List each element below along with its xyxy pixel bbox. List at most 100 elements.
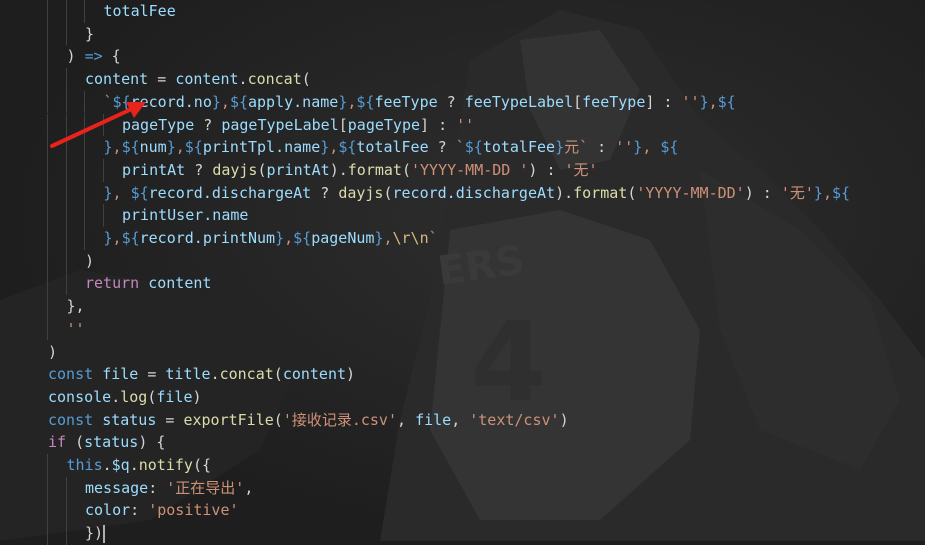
code-token: content (282, 365, 347, 384)
code-token: pageTypeLabel (221, 115, 339, 134)
code-token: content (148, 274, 212, 293)
code-token: ) { (138, 433, 166, 452)
code-line[interactable]: return content (85, 272, 211, 295)
code-token: ) : (528, 160, 565, 179)
code-token: ] : (645, 92, 682, 111)
code-line[interactable]: ) (48, 341, 57, 364)
code-line[interactable]: }) (85, 522, 106, 545)
code-token: this (66, 456, 103, 474)
indent-guide (47, 317, 48, 341)
code-token: content (85, 70, 149, 89)
code-token: } (320, 138, 330, 157)
code-token: ? (428, 138, 456, 157)
code-token: } (813, 183, 823, 202)
code-token: exportFile (183, 410, 274, 429)
indent-guide (65, 522, 67, 545)
code-line[interactable]: const file = title.concat(content) (48, 363, 355, 386)
code-token: ( (383, 183, 393, 202)
code-line[interactable]: this.$q.notify({ (67, 454, 212, 477)
code-token: concat (247, 70, 302, 89)
red-arrow-icon (50, 102, 146, 148)
code-token: const (48, 410, 94, 429)
code-token: dayjs (338, 183, 384, 202)
code-token: log (120, 387, 148, 406)
code-line[interactable]: console.log(file) (48, 386, 202, 409)
code-token: ${ (660, 138, 679, 157)
code-token: ( (627, 183, 637, 202)
indent-guide (65, 272, 67, 296)
code-token: ( (192, 456, 202, 474)
code-token: => (84, 47, 103, 66)
code-token: 'text/csv' (469, 410, 560, 429)
code-token: }) (85, 524, 104, 543)
indent-guide (102, 204, 104, 227)
code-token: printTpl.name (202, 138, 321, 157)
code-token: feeTypeLabel (464, 92, 574, 111)
code-line[interactable]: const status = exportFile('接收记录.csv', fi… (48, 409, 569, 432)
code-token: ? (185, 160, 213, 179)
code-token: record.dischargeAt (148, 183, 312, 202)
code-token: ${ (464, 138, 483, 157)
indent-guide (47, 249, 48, 273)
code-line[interactable]: } (85, 23, 94, 46)
code-token: ${ (356, 92, 375, 111)
code-token: if (48, 433, 67, 452)
code-token: totalFee (482, 138, 556, 157)
indent-guide (65, 249, 67, 273)
code-line[interactable]: pageType ? pageTypeLabel[pageType] : '' (122, 114, 474, 137)
code-line[interactable]: content = content.concat( (85, 68, 311, 91)
code-token: ( (257, 160, 267, 179)
code-token: , (708, 92, 718, 111)
code-token: . (111, 387, 121, 406)
code-token: } (103, 183, 113, 202)
code-line[interactable]: color: 'positive' (85, 499, 239, 522)
code-token: : (588, 138, 616, 157)
code-line[interactable]: message: '正在导出', (85, 477, 253, 500)
indent-guide (65, 158, 67, 182)
code-token: ) (48, 342, 58, 361)
code-line[interactable]: printAt ? dayjs(printAt).format('YYYY-MM… (122, 159, 598, 182)
indent-guide (47, 295, 48, 318)
code-token: = (156, 410, 184, 429)
code-token: '无' (780, 183, 814, 202)
code-token: ${ (338, 138, 357, 157)
code-token: , (112, 229, 122, 247)
code-line[interactable]: `${record.no},${apply.name},${feeType ? … (104, 91, 736, 114)
code-line[interactable]: '' (67, 318, 85, 341)
code-token: status (102, 410, 157, 429)
code-token: ( (301, 70, 311, 89)
code-editor[interactable]: totalFee}) => {content = content.concat(… (0, 0, 925, 545)
code-token: { (102, 47, 121, 66)
code-line[interactable]: printUser.name (122, 204, 248, 227)
code-line[interactable]: }, (67, 295, 85, 318)
indent-guide (47, 204, 48, 227)
code-line[interactable]: ) (85, 250, 94, 273)
code-token: } (103, 229, 113, 247)
code-token: '无' (564, 160, 598, 179)
indent-guide (47, 499, 48, 523)
code-line[interactable]: },${record.printNum},${pageNum},\r\n` (104, 227, 438, 250)
code-token: . (129, 456, 139, 474)
code-token: ) (85, 251, 95, 270)
code-token: '正在导出' (166, 478, 245, 497)
code-token: ). (329, 160, 348, 179)
indent-guide (65, 0, 67, 23)
indent-guide (47, 45, 48, 69)
code-token: , (642, 138, 661, 157)
code-token: format (573, 183, 628, 202)
code-token: content (175, 70, 239, 89)
code-token: printAt (266, 160, 330, 179)
indent-guide (65, 204, 67, 227)
code-token: format (347, 160, 402, 179)
code-line[interactable]: },${num},${printTpl.name},${totalFee ? `… (104, 136, 679, 159)
code-token: , (220, 92, 230, 111)
code-line[interactable]: totalFee (104, 0, 176, 23)
code-token: '' (615, 138, 634, 157)
code-line[interactable]: ) => { (67, 45, 121, 68)
code-token: pageType (347, 115, 421, 134)
indent-guide (65, 181, 67, 205)
code-token: : (130, 501, 149, 520)
code-line[interactable]: }, ${record.dischargeAt ? dayjs(record.d… (104, 182, 851, 205)
code-line[interactable]: if (status) { (48, 431, 165, 454)
